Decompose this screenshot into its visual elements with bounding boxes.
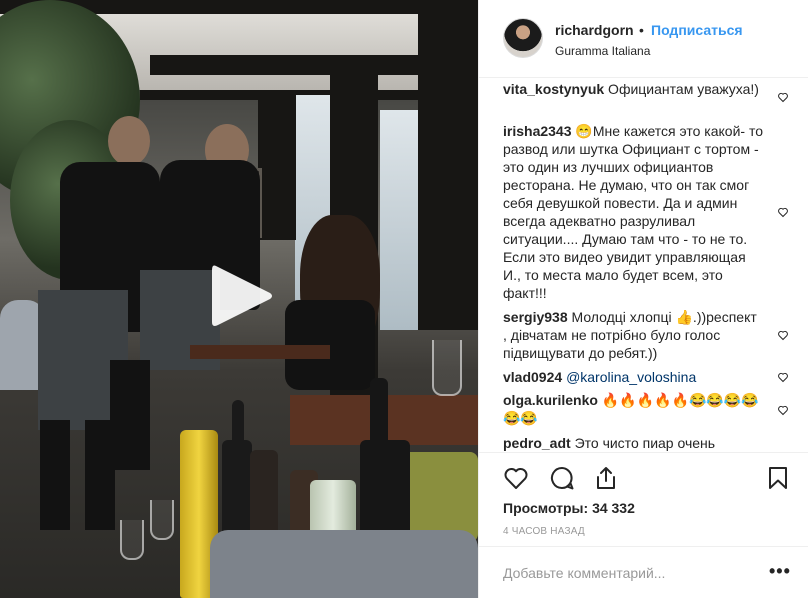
comments-list[interactable]: vita_kostynyuk Официантам уважуха!) iris… xyxy=(479,78,808,452)
comment: pedro_adt Это чисто пиар очень xyxy=(503,434,763,452)
comment-username[interactable]: sergiy938 xyxy=(503,309,568,325)
follow-button[interactable]: Подписаться xyxy=(651,22,743,38)
comment-text: 😁Мне кажется это какой- то развод или шу… xyxy=(503,123,763,301)
bottle-neck xyxy=(232,400,244,450)
heart-icon[interactable] xyxy=(777,404,789,416)
post-header: richardgorn • Подписаться Guramma Italia… xyxy=(479,0,808,78)
comment: olga.kurilenko 🔥🔥🔥🔥🔥😂😂😂😂😂😂 xyxy=(503,391,763,427)
window xyxy=(380,110,420,330)
pillar xyxy=(258,90,296,240)
comment-input[interactable] xyxy=(503,563,743,583)
play-icon[interactable] xyxy=(210,262,274,330)
views-value: 34 332 xyxy=(592,500,635,516)
glass xyxy=(432,340,462,396)
views-label: Просмотры: xyxy=(503,500,589,516)
comment-icon[interactable] xyxy=(549,465,575,491)
location-link[interactable]: Guramma Italiana xyxy=(555,44,650,58)
views-count: Просмотры: 34 332 xyxy=(503,500,635,516)
comment-text: Это чисто пиар очень xyxy=(570,435,716,451)
waiter-leg xyxy=(110,360,150,470)
comment: sergiy938 Молодці хлопці 👍.))респект , д… xyxy=(503,308,763,362)
heart-icon[interactable] xyxy=(777,371,789,383)
author-username[interactable]: richardgorn xyxy=(555,22,634,38)
comment: irisha2343 😁Мне кажется это какой- то ра… xyxy=(503,122,763,302)
comment: vita_kostynyuk Официантам уважуха!) xyxy=(503,80,763,98)
heart-icon[interactable] xyxy=(777,91,789,103)
more-options-icon[interactable]: ••• xyxy=(769,561,791,582)
separator-dot: • xyxy=(639,22,644,38)
action-bar xyxy=(479,452,808,500)
bottle-neck xyxy=(370,378,388,448)
video-player[interactable] xyxy=(0,0,478,598)
comment: vlad0924 @karolina_voloshina xyxy=(503,368,763,386)
comment-text: Официантам уважуха!) xyxy=(604,81,759,97)
waiter-head xyxy=(108,116,150,166)
post-panel: richardgorn • Подписаться Guramma Italia… xyxy=(478,0,808,598)
waiter-leg xyxy=(40,420,70,530)
comment-username[interactable]: olga.kurilenko xyxy=(503,392,598,408)
heart-icon[interactable] xyxy=(777,329,789,341)
post-timestamp[interactable]: 4 ЧАСОВ НАЗАД xyxy=(503,526,585,537)
comment-mention[interactable]: @karolina_voloshina xyxy=(566,369,696,385)
avatar[interactable] xyxy=(503,18,543,58)
comment-username[interactable]: pedro_adt xyxy=(503,435,571,451)
share-icon[interactable] xyxy=(593,465,619,491)
glass xyxy=(150,500,174,540)
heart-icon[interactable] xyxy=(503,465,529,491)
sofa xyxy=(210,530,478,598)
comment-username[interactable]: vita_kostynyuk xyxy=(503,81,604,97)
heart-icon[interactable] xyxy=(777,206,789,218)
bookmark-icon[interactable] xyxy=(765,465,791,491)
comment-username[interactable]: vlad0924 xyxy=(503,369,562,385)
comment-username[interactable]: irisha2343 xyxy=(503,123,572,139)
glass xyxy=(120,520,144,560)
pillar xyxy=(418,0,478,330)
table xyxy=(190,345,330,359)
chair xyxy=(400,452,478,542)
add-comment-bar: ••• xyxy=(479,546,808,598)
